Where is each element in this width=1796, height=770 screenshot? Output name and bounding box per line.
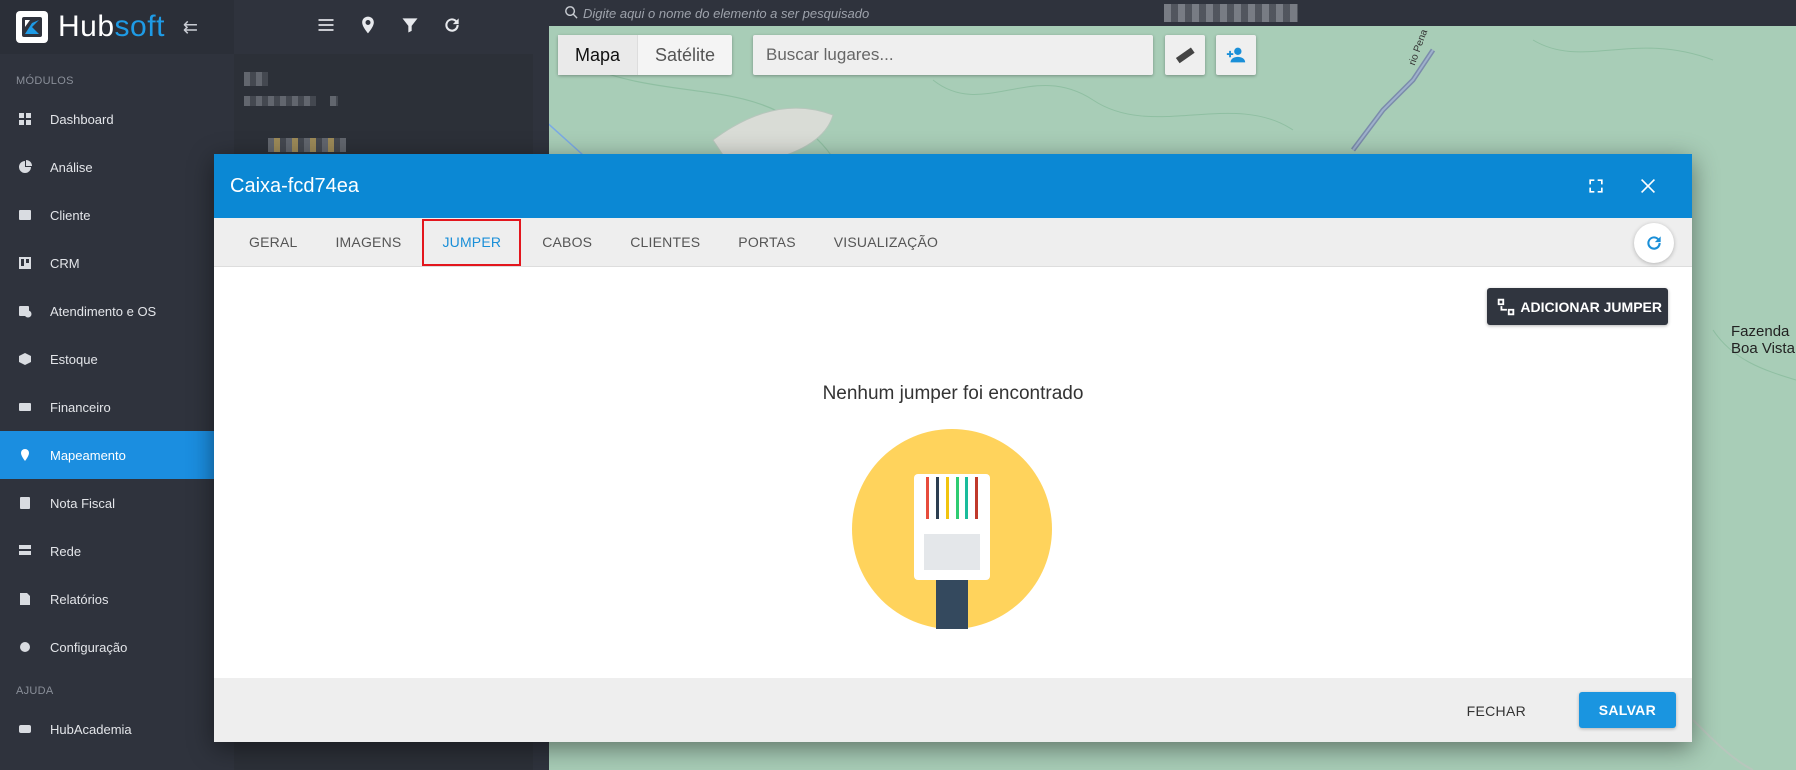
tab-portas[interactable]: PORTAS	[719, 219, 814, 266]
tab-clientes[interactable]: CLIENTES	[611, 219, 719, 266]
fullscreen-icon[interactable]	[1584, 174, 1608, 198]
modal-tabs: GERAL IMAGENS JUMPER CABOS CLIENTES PORTAS VIS…	[214, 218, 1692, 267]
nav-item-label: Configuração	[50, 639, 128, 655]
nav-item-label: Rede	[50, 543, 82, 559]
box-icon	[18, 352, 32, 366]
sidebar: Hubsoft ⇇ MÓDULOS Dashboard Análise Client…	[0, 0, 234, 770]
ruler-button[interactable]	[1165, 35, 1205, 75]
section-label-help: AJUDA	[16, 685, 54, 697]
panel-toolbar	[234, 0, 533, 54]
nav-item-label: Estoque	[50, 351, 98, 367]
contact-card-icon	[18, 208, 32, 222]
places-search-input[interactable]: Buscar lugares...	[753, 35, 1153, 75]
connection-icon	[1498, 298, 1515, 315]
close-button[interactable]: FECHAR	[1451, 694, 1542, 728]
sidebar-item-configuracao[interactable]: Configuração›	[0, 623, 234, 671]
sidebar-item-hubacademia[interactable]: HubAcademia	[0, 705, 234, 753]
places-search-placeholder: Buscar lugares...	[766, 45, 894, 64]
nav-item-label: Dashboard	[50, 111, 114, 127]
section-label-modules: MÓDULOS	[16, 75, 74, 87]
ethernet-cable-illustration	[852, 429, 1052, 629]
sidebar-item-dashboard[interactable]: Dashboard	[0, 95, 234, 143]
gear-icon	[18, 640, 32, 654]
sidebar-item-mapeamento[interactable]: Mapeamento	[0, 431, 234, 479]
brand-name: Hubsoft	[58, 10, 165, 43]
receipt-icon	[18, 496, 32, 510]
map-marker-icon[interactable]	[358, 15, 378, 40]
map-pin-icon	[18, 448, 32, 462]
sidebar-item-rede[interactable]: Rede	[0, 527, 234, 575]
tab-jumper[interactable]: JUMPER	[422, 218, 522, 266]
video-icon	[18, 722, 32, 736]
nav-item-label: CRM	[50, 255, 80, 271]
brand: Hubsoft ⇇	[0, 0, 234, 54]
add-person-icon	[1226, 47, 1246, 63]
tab-geral[interactable]: GERAL	[230, 219, 316, 266]
dashboard-icon	[18, 112, 32, 126]
save-button[interactable]: SALVAR	[1578, 692, 1676, 728]
pie-chart-icon	[18, 160, 32, 174]
sidebar-item-cliente[interactable]: Cliente›	[0, 191, 234, 239]
empty-state-message: Nenhum jumper foi encontrado	[822, 383, 1084, 404]
nav-item-label: HubAcademia	[50, 721, 132, 737]
sidebar-item-financeiro[interactable]: Financeiro	[0, 383, 234, 431]
modal-body: ADICIONAR JUMPER Nenhum jumper foi encon…	[214, 267, 1692, 681]
map-type-control: Mapa Satélite	[558, 35, 733, 75]
filter-icon[interactable]	[400, 15, 420, 40]
calendar-clock-icon	[18, 304, 32, 318]
sidebar-item-crm[interactable]: CRM	[0, 239, 234, 287]
redacted-item	[244, 96, 316, 106]
nav-item-label: Relatórios	[50, 591, 109, 607]
server-icon	[18, 544, 32, 558]
collapse-sidebar-icon[interactable]: ⇇	[183, 17, 198, 38]
add-jumper-label: ADICIONAR JUMPER	[1520, 298, 1662, 315]
sidebar-item-analise[interactable]: Análise	[0, 143, 234, 191]
element-search-bar[interactable]: Digite aqui o nome do elemento a ser pes…	[549, 0, 1796, 26]
tab-visualizacao[interactable]: VISUALIZAÇÃO	[815, 219, 957, 266]
report-icon	[18, 592, 32, 606]
map-type-satellite-button[interactable]: Satélite	[638, 35, 732, 75]
money-icon	[18, 400, 32, 414]
caixa-modal: Caixa-fcd74ea GERAL IMAGENS JUMPER CABOS CLI…	[214, 154, 1692, 742]
tab-cabos[interactable]: CABOS	[523, 219, 611, 266]
add-jumper-button[interactable]: ADICIONAR JUMPER	[1487, 288, 1668, 325]
modal-header: Caixa-fcd74ea	[214, 154, 1692, 218]
ruler-icon	[1175, 47, 1195, 64]
menu-icon[interactable]	[316, 15, 336, 40]
nav-item-label: Financeiro	[50, 399, 111, 415]
redacted-item	[330, 96, 338, 106]
nav-item-label: Cliente	[50, 207, 91, 223]
redacted-item	[244, 72, 268, 86]
refresh-icon	[1647, 236, 1661, 250]
add-client-button[interactable]	[1216, 35, 1256, 75]
redacted-item	[268, 138, 346, 152]
refresh-icon[interactable]	[442, 15, 462, 40]
sidebar-item-nota-fiscal[interactable]: Nota Fiscal	[0, 479, 234, 527]
redacted-user	[1164, 4, 1298, 22]
modal-title: Caixa-fcd74ea	[230, 174, 359, 197]
refresh-tab-button[interactable]	[1634, 223, 1674, 263]
nav-item-label: Atendimento e OS	[50, 303, 157, 319]
place-label: Fazenda Boa Vista	[1731, 323, 1795, 357]
sidebar-item-atendimento-e-os[interactable]: Atendimento e OS	[0, 287, 234, 335]
hubsoft-logo-icon[interactable]	[16, 11, 48, 43]
nav-item-label: Nota Fiscal	[50, 495, 116, 511]
sidebar-item-relatorios[interactable]: Relatórios	[0, 575, 234, 623]
trello-board-icon	[18, 256, 32, 270]
nav-item-label: Análise	[50, 159, 93, 175]
tab-imagens[interactable]: IMAGENS	[316, 219, 420, 266]
sidebar-item-estoque[interactable]: Estoque	[0, 335, 234, 383]
map-type-map-button[interactable]: Mapa	[558, 35, 639, 75]
close-icon[interactable]	[1636, 174, 1660, 198]
nav-item-label: Mapeamento	[50, 447, 126, 463]
modal-footer: FECHAR SALVAR	[214, 678, 1692, 742]
search-icon	[563, 4, 580, 21]
element-search-placeholder: Digite aqui o nome do elemento a ser pes…	[583, 5, 870, 21]
